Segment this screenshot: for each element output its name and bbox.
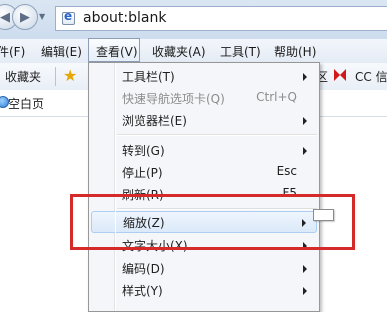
menu-bar: 件(F) 编辑(E) 收藏夹(A) 工具(T) 帮助(H) xyxy=(0,39,387,64)
history-dropdown-icon[interactable]: ▼ xyxy=(39,12,45,21)
menu-separator xyxy=(117,134,317,136)
menu-item-style[interactable]: 样式(Y) xyxy=(89,279,319,301)
menu-item-label: 转到(G) xyxy=(122,144,165,158)
back-icon: ◀ xyxy=(0,9,10,25)
menu-item-label: 样式(Y) xyxy=(122,284,163,298)
menu-item-label: 停止(P) xyxy=(122,166,163,180)
menu-item-shortcut: Ctrl+Q xyxy=(256,90,297,104)
view-menu-dropdown: 工具栏(T) 快速导航选项卡(Q) Ctrl+Q 浏览器栏(E) 转到(G) 停… xyxy=(88,62,320,312)
address-area: ◀ ▶ ▼ about:blank xyxy=(0,0,387,39)
submenu-pointer-icon xyxy=(313,209,334,221)
address-input[interactable]: about:blank xyxy=(55,6,387,31)
menu-item-label: 编码(D) xyxy=(122,262,165,276)
favorites-item-cc[interactable]: CC 信 xyxy=(355,68,387,85)
submenu-arrow-icon xyxy=(303,265,307,273)
favorites-button[interactable]: 收藏夹 xyxy=(5,68,41,85)
menu-favorites[interactable]: 收藏夹(A) xyxy=(152,43,206,60)
cc-icon xyxy=(334,69,346,81)
star-icon[interactable]: ★ xyxy=(63,66,77,85)
menu-item-encoding[interactable]: 编码(D) xyxy=(89,257,319,279)
favorites-separator xyxy=(55,67,56,86)
submenu-arrow-icon xyxy=(303,73,307,81)
menu-item-quick-tabs[interactable]: 快速导航选项卡(Q) Ctrl+Q xyxy=(89,87,319,109)
menu-item-go-to[interactable]: 转到(G) xyxy=(89,139,319,161)
menu-item-shortcut: Esc xyxy=(276,164,297,178)
menu-view[interactable]: 查看(V) xyxy=(88,38,140,62)
menu-item-label: 工具栏(T) xyxy=(122,70,175,84)
address-text[interactable]: about:blank xyxy=(83,10,166,26)
forward-button[interactable]: ▶ xyxy=(12,4,38,30)
menu-view-label: 查看(V) xyxy=(96,45,138,59)
menu-item-toolbars[interactable]: 工具栏(T) xyxy=(89,65,319,87)
annotation-highlight-box xyxy=(70,194,355,250)
menu-tools[interactable]: 工具(T) xyxy=(220,43,261,60)
menu-item-explorer-bars[interactable]: 浏览器栏(E) xyxy=(89,109,319,131)
menu-edit[interactable]: 编辑(E) xyxy=(41,43,82,60)
menu-item-stop[interactable]: 停止(P) Esc xyxy=(89,161,319,183)
menu-item-label: 浏览器栏(E) xyxy=(122,114,187,128)
page-icon xyxy=(62,9,75,25)
submenu-arrow-icon xyxy=(303,287,307,295)
submenu-arrow-icon xyxy=(303,147,307,155)
menu-item-label: 快速导航选项卡(Q) xyxy=(122,92,225,106)
forward-icon: ▶ xyxy=(20,9,30,25)
submenu-arrow-icon xyxy=(303,117,307,125)
tab-blank[interactable]: 空白页 xyxy=(8,95,44,112)
menu-file[interactable]: 件(F) xyxy=(0,43,25,60)
menu-help[interactable]: 帮助(H) xyxy=(274,43,316,60)
